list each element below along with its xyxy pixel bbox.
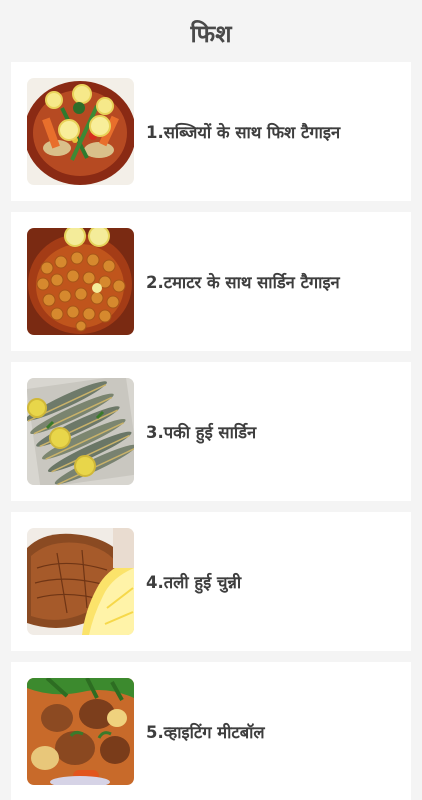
recipe-title: 4.तली हुई चुन्नी — [146, 573, 242, 592]
baked-sardines-image — [27, 378, 134, 485]
sardine-tagine-tomato-image — [27, 228, 134, 335]
recipe-item-1[interactable]: 1.सब्जियों के साथ फिश टैगाइन — [11, 62, 411, 201]
app-header: फिश — [0, 0, 422, 62]
fish-tagine-vegetables-image — [27, 78, 134, 185]
recipe-item-3[interactable]: 3.पकी हुई सार्डिन — [11, 362, 411, 501]
recipe-item-5[interactable]: 5.व्हाइटिंग मीटबॉल — [11, 662, 411, 800]
recipe-title: 5.व्हाइटिंग मीटबॉल — [146, 723, 265, 742]
whiting-meatballs-image — [27, 678, 134, 785]
recipe-item-2[interactable]: 2.टमाटर के साथ सार्डिन टैगाइन — [11, 212, 411, 351]
recipe-item-4[interactable]: 4.तली हुई चुन्नी — [11, 512, 411, 651]
recipe-title: 2.टमाटर के साथ सार्डिन टैगाइन — [146, 273, 340, 292]
recipe-title: 1.सब्जियों के साथ फिश टैगाइन — [146, 123, 341, 142]
fried-fish-image — [27, 528, 134, 635]
recipe-title: 3.पकी हुई सार्डिन — [146, 423, 257, 442]
page-title: फिश — [190, 19, 232, 48]
